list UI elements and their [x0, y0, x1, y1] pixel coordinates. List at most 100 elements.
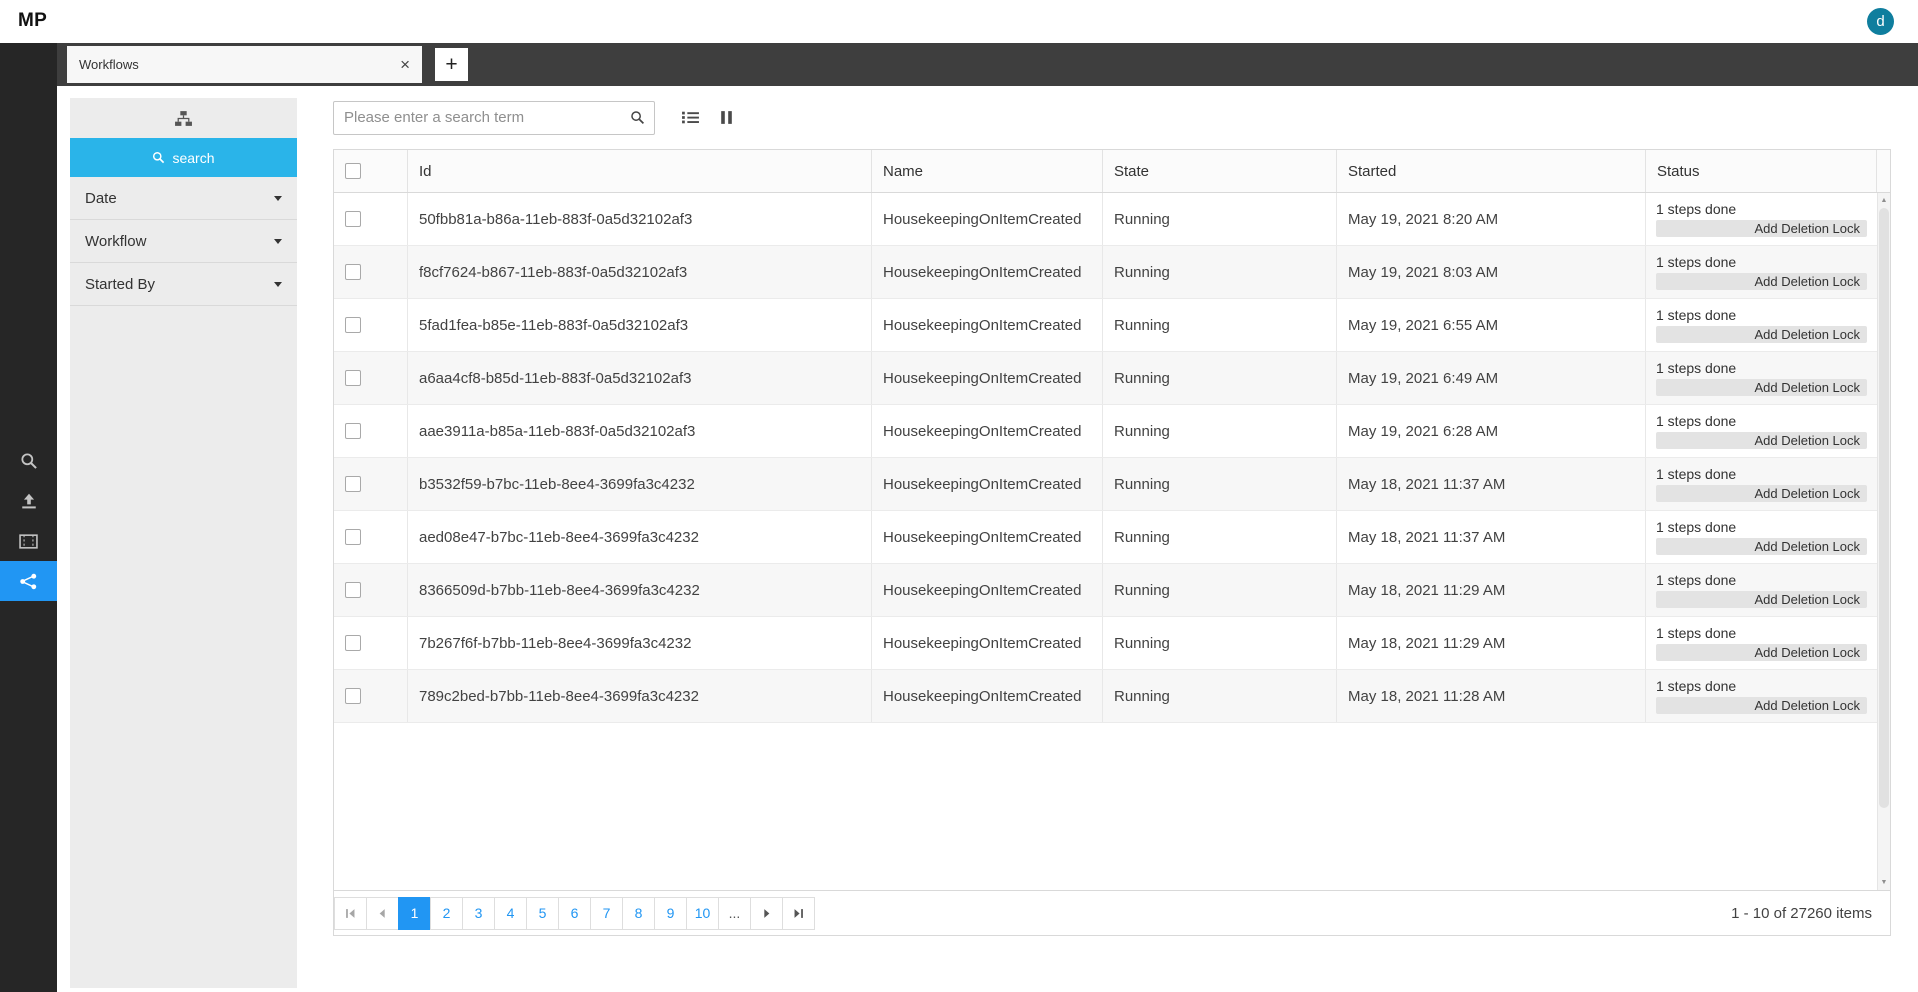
page-button-7[interactable]: 7: [590, 896, 623, 930]
page-button-1[interactable]: 1: [398, 896, 431, 930]
page-button-8[interactable]: 8: [622, 896, 655, 930]
scrollbar-up-icon[interactable]: ▲: [1878, 194, 1890, 207]
filter-section-label: Date: [85, 189, 117, 207]
column-header-status[interactable]: Status: [1646, 150, 1877, 192]
cell-checkbox: [334, 670, 408, 722]
list-view-button[interactable]: [675, 103, 705, 133]
add-deletion-lock-button[interactable]: Add Deletion Lock: [1656, 220, 1867, 237]
row-checkbox[interactable]: [345, 211, 361, 227]
table-row[interactable]: 7b267f6f-b7bb-11eb-8ee4-3699fa3c4232 Hou…: [334, 617, 1877, 670]
column-header-started[interactable]: Started: [1337, 150, 1646, 192]
page-button-2[interactable]: 2: [430, 896, 463, 930]
cell-id: f8cf7624-b867-11eb-883f-0a5d32102af3: [408, 246, 872, 298]
steps-done-label: 1 steps done: [1656, 360, 1737, 376]
select-all-checkbox[interactable]: [345, 163, 361, 179]
page-button-9[interactable]: 9: [654, 896, 687, 930]
sidebar-upload-button[interactable]: [0, 481, 57, 521]
scrollbar-down-icon[interactable]: ▼: [1878, 876, 1890, 889]
row-checkbox[interactable]: [345, 370, 361, 386]
row-checkbox[interactable]: [345, 423, 361, 439]
hierarchy-view-button[interactable]: [174, 110, 193, 127]
cell-started: May 19, 2021 8:20 AM: [1337, 193, 1646, 245]
cell-status: 1 steps done Add Deletion Lock: [1646, 511, 1877, 563]
vertical-scrollbar[interactable]: ▲ ▼: [1877, 193, 1890, 890]
pause-icon: [720, 111, 732, 124]
cell-status: 1 steps done Add Deletion Lock: [1646, 564, 1877, 616]
close-icon[interactable]: ×: [400, 56, 410, 73]
row-checkbox[interactable]: [345, 582, 361, 598]
add-deletion-lock-button[interactable]: Add Deletion Lock: [1656, 591, 1867, 608]
cell-name: HousekeepingOnItemCreated: [872, 352, 1103, 404]
user-avatar[interactable]: d: [1867, 8, 1894, 35]
cell-started: May 18, 2021 11:29 AM: [1337, 617, 1646, 669]
table-row[interactable]: b3532f59-b7bc-11eb-8ee4-3699fa3c4232 Hou…: [334, 458, 1877, 511]
page-button-10[interactable]: 10: [686, 896, 719, 930]
table-row[interactable]: aed08e47-b7bc-11eb-8ee4-3699fa3c4232 Hou…: [334, 511, 1877, 564]
add-deletion-lock-button[interactable]: Add Deletion Lock: [1656, 432, 1867, 449]
page-button-3[interactable]: 3: [462, 896, 495, 930]
sitemap-icon: [175, 110, 192, 126]
previous-page-button[interactable]: [366, 896, 399, 930]
table-row[interactable]: 5fad1fea-b85e-11eb-883f-0a5d32102af3 Hou…: [334, 299, 1877, 352]
add-deletion-lock-button[interactable]: Add Deletion Lock: [1656, 644, 1867, 661]
add-deletion-lock-button[interactable]: Add Deletion Lock: [1656, 326, 1867, 343]
grid-toolbar: [333, 100, 741, 135]
filter-section-started-by[interactable]: Started By: [70, 263, 297, 306]
add-deletion-lock-button[interactable]: Add Deletion Lock: [1656, 538, 1867, 555]
new-tab-button[interactable]: +: [435, 48, 468, 81]
page-button-4[interactable]: 4: [494, 896, 527, 930]
search-submit-button[interactable]: [630, 110, 645, 125]
next-page-icon: [764, 908, 770, 918]
search-input[interactable]: [334, 109, 630, 126]
filter-search-button[interactable]: search: [70, 138, 297, 177]
add-deletion-lock-button[interactable]: Add Deletion Lock: [1656, 273, 1867, 290]
table-row[interactable]: f8cf7624-b867-11eb-883f-0a5d32102af3 Hou…: [334, 246, 1877, 299]
pager-more-button[interactable]: ...: [718, 896, 751, 930]
sidebar-media-button[interactable]: [0, 521, 57, 561]
scrollbar-thumb[interactable]: [1879, 208, 1889, 808]
cell-name: HousekeepingOnItemCreated: [872, 511, 1103, 563]
row-checkbox[interactable]: [345, 317, 361, 333]
table-row[interactable]: a6aa4cf8-b85d-11eb-883f-0a5d32102af3 Hou…: [334, 352, 1877, 405]
add-deletion-lock-button[interactable]: Add Deletion Lock: [1656, 697, 1867, 714]
filter-section-date[interactable]: Date: [70, 177, 297, 220]
steps-done-label: 1 steps done: [1656, 572, 1737, 588]
sidebar-workflows-button[interactable]: [0, 561, 57, 601]
steps-done-label: 1 steps done: [1656, 625, 1737, 641]
pager: 1 2 3 4 5 6 7 8 9 10... 1 - 10 of 27260 items: [334, 890, 1890, 935]
table-row[interactable]: 789c2bed-b7bb-11eb-8ee4-3699fa3c4232 Hou…: [334, 670, 1877, 723]
row-checkbox[interactable]: [345, 529, 361, 545]
add-deletion-lock-button[interactable]: Add Deletion Lock: [1656, 485, 1867, 502]
table-row[interactable]: aae3911a-b85a-11eb-883f-0a5d32102af3 Hou…: [334, 405, 1877, 458]
pause-button[interactable]: [711, 103, 741, 133]
steps-done-label: 1 steps done: [1656, 678, 1737, 694]
steps-done-label: 1 steps done: [1656, 201, 1737, 217]
page-button-5[interactable]: 5: [526, 896, 559, 930]
row-checkbox[interactable]: [345, 688, 361, 704]
table-header: Id Name State Started Status: [334, 150, 1890, 193]
row-checkbox[interactable]: [345, 264, 361, 280]
row-checkbox[interactable]: [345, 635, 361, 651]
steps-done-label: 1 steps done: [1656, 466, 1737, 482]
add-deletion-lock-button[interactable]: Add Deletion Lock: [1656, 379, 1867, 396]
cell-state: Running: [1103, 617, 1337, 669]
filter-section-workflow[interactable]: Workflow: [70, 220, 297, 263]
tab-workflows[interactable]: Workflows ×: [67, 46, 422, 83]
cell-id: 5fad1fea-b85e-11eb-883f-0a5d32102af3: [408, 299, 872, 351]
cell-id: b3532f59-b7bc-11eb-8ee4-3699fa3c4232: [408, 458, 872, 510]
steps-done-label: 1 steps done: [1656, 307, 1737, 323]
page-button-6[interactable]: 6: [558, 896, 591, 930]
table-row[interactable]: 8366509d-b7bb-11eb-8ee4-3699fa3c4232 Hou…: [334, 564, 1877, 617]
column-header-id[interactable]: Id: [408, 150, 872, 192]
cell-checkbox: [334, 405, 408, 457]
last-page-button[interactable]: [782, 896, 815, 930]
row-checkbox[interactable]: [345, 476, 361, 492]
first-page-button[interactable]: [334, 896, 367, 930]
column-header-state[interactable]: State: [1103, 150, 1337, 192]
column-header-name[interactable]: Name: [872, 150, 1103, 192]
table-row[interactable]: 50fbb81a-b86a-11eb-883f-0a5d32102af3 Hou…: [334, 193, 1877, 246]
steps-done-label: 1 steps done: [1656, 519, 1737, 535]
plus-icon: +: [445, 52, 458, 76]
next-page-button[interactable]: [750, 896, 783, 930]
sidebar-search-button[interactable]: [0, 441, 57, 481]
